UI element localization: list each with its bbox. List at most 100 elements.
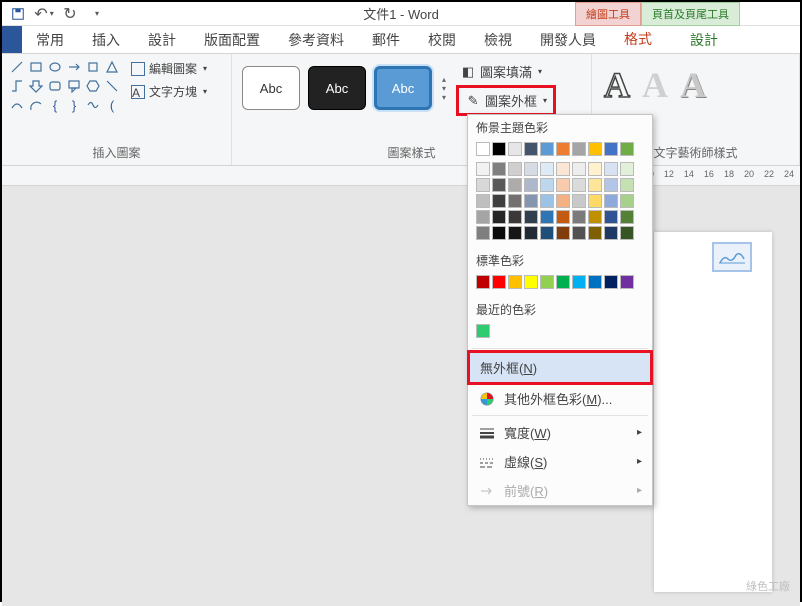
color-swatch[interactable] — [492, 226, 506, 240]
shape-lbrace-icon[interactable]: { — [46, 96, 64, 114]
color-swatch[interactable] — [604, 194, 618, 208]
shape-lparen-icon[interactable]: ( — [103, 96, 121, 114]
color-swatch[interactable] — [540, 194, 554, 208]
tab-mailings[interactable]: 郵件 — [358, 26, 414, 53]
shape-outline-button[interactable]: ✎圖案外框▾ — [461, 89, 551, 112]
shape-arrowline-icon[interactable] — [65, 58, 83, 76]
color-swatch[interactable] — [492, 142, 506, 156]
color-swatch[interactable] — [556, 275, 570, 289]
wordart-shadow[interactable]: A — [680, 64, 706, 106]
shape-line2-icon[interactable] — [103, 77, 121, 95]
color-swatch[interactable] — [540, 178, 554, 192]
contextual-tab-headerfooter[interactable]: 頁首及頁尾工具 — [641, 2, 740, 26]
color-swatch[interactable] — [572, 226, 586, 240]
color-swatch[interactable] — [508, 194, 522, 208]
color-swatch[interactable] — [572, 275, 586, 289]
color-swatch[interactable] — [508, 162, 522, 176]
color-swatch[interactable] — [524, 226, 538, 240]
shape-oval-icon[interactable] — [46, 58, 64, 76]
color-swatch[interactable] — [476, 178, 490, 192]
gallery-scroll[interactable]: ▴▾▾ — [440, 73, 448, 104]
color-swatch[interactable] — [556, 178, 570, 192]
color-swatch[interactable] — [556, 194, 570, 208]
color-swatch[interactable] — [540, 226, 554, 240]
color-swatch[interactable] — [524, 275, 538, 289]
color-swatch[interactable] — [556, 142, 570, 156]
tab-design[interactable]: 設計 — [134, 26, 190, 53]
tab-hf-design[interactable]: 設計 — [666, 26, 742, 53]
save-icon[interactable] — [6, 4, 30, 24]
color-swatch[interactable] — [572, 210, 586, 224]
edit-shape-button[interactable]: 編輯圖案▾ — [127, 58, 211, 79]
color-swatch[interactable] — [620, 194, 634, 208]
color-swatch[interactable] — [588, 142, 602, 156]
color-swatch[interactable] — [476, 275, 490, 289]
shape-freeform-icon[interactable] — [84, 96, 102, 114]
color-swatch[interactable] — [540, 162, 554, 176]
color-swatch[interactable] — [604, 162, 618, 176]
color-swatch[interactable] — [492, 194, 506, 208]
color-swatch[interactable] — [604, 275, 618, 289]
shape-styles-gallery[interactable]: Abc Abc Abc ▴▾▾ — [238, 58, 452, 118]
shape-triangle-icon[interactable] — [103, 58, 121, 76]
shape-rect-icon[interactable] — [27, 58, 45, 76]
color-swatch[interactable] — [604, 178, 618, 192]
color-swatch[interactable] — [572, 162, 586, 176]
no-outline-item[interactable]: 無外框(N) — [467, 350, 653, 385]
color-swatch[interactable] — [620, 178, 634, 192]
color-swatch[interactable] — [620, 142, 634, 156]
tab-developer[interactable]: 開發人員 — [526, 26, 610, 53]
undo-icon[interactable]: ↶▾ — [32, 4, 56, 24]
shape-fill-button[interactable]: ◧圖案填滿▾ — [456, 60, 556, 83]
color-swatch[interactable] — [604, 142, 618, 156]
shape-hex-icon[interactable] — [84, 77, 102, 95]
shape-style-blue[interactable]: Abc — [374, 66, 432, 110]
color-swatch[interactable] — [476, 226, 490, 240]
color-swatch[interactable] — [508, 142, 522, 156]
color-swatch[interactable] — [524, 194, 538, 208]
contextual-tab-drawing[interactable]: 繪圖工具 — [575, 2, 641, 26]
color-swatch[interactable] — [508, 226, 522, 240]
shape-roundrect-icon[interactable] — [46, 77, 64, 95]
redo-icon[interactable]: ↻ — [58, 4, 82, 24]
wordart-gallery[interactable]: A A A — [598, 58, 793, 112]
color-swatch[interactable] — [492, 210, 506, 224]
color-swatch[interactable] — [588, 275, 602, 289]
file-tab[interactable] — [2, 26, 22, 53]
color-swatch[interactable] — [524, 210, 538, 224]
color-swatch[interactable] — [572, 142, 586, 156]
color-swatch[interactable] — [476, 324, 490, 338]
wordart-gray[interactable]: A — [642, 64, 668, 106]
color-swatch[interactable] — [588, 162, 602, 176]
color-swatch[interactable] — [540, 275, 554, 289]
color-swatch[interactable] — [620, 275, 634, 289]
color-swatch[interactable] — [476, 142, 490, 156]
shape-line-icon[interactable] — [8, 58, 26, 76]
weight-item[interactable]: 寬度(W) ▸ — [468, 418, 652, 447]
shapes-gallery[interactable]: { } ( — [8, 58, 121, 133]
more-outline-colors-item[interactable]: 其他外框色彩(M)... — [468, 384, 652, 413]
wordart-outline[interactable]: A — [604, 64, 630, 106]
color-swatch[interactable] — [604, 210, 618, 224]
shape-square-icon[interactable] — [84, 58, 102, 76]
color-swatch[interactable] — [540, 210, 554, 224]
shape-style-black[interactable]: Abc — [308, 66, 366, 110]
shape-downarrow-icon[interactable] — [27, 77, 45, 95]
color-swatch[interactable] — [508, 275, 522, 289]
tab-home[interactable]: 常用 — [22, 26, 78, 53]
color-swatch[interactable] — [572, 194, 586, 208]
shape-callout-icon[interactable] — [65, 77, 83, 95]
tab-format[interactable]: 格式 — [610, 26, 666, 53]
color-swatch[interactable] — [492, 162, 506, 176]
color-swatch[interactable] — [508, 178, 522, 192]
color-swatch[interactable] — [556, 226, 570, 240]
color-swatch[interactable] — [588, 194, 602, 208]
qa-more-icon[interactable]: ▾ — [84, 4, 108, 24]
inline-picture-placeholder[interactable] — [712, 242, 752, 272]
color-swatch[interactable] — [476, 194, 490, 208]
text-box-button[interactable]: A文字方塊▾ — [127, 81, 211, 102]
color-swatch[interactable] — [588, 226, 602, 240]
color-swatch[interactable] — [508, 210, 522, 224]
shape-arc-icon[interactable] — [27, 96, 45, 114]
shape-rbrace-icon[interactable]: } — [65, 96, 83, 114]
